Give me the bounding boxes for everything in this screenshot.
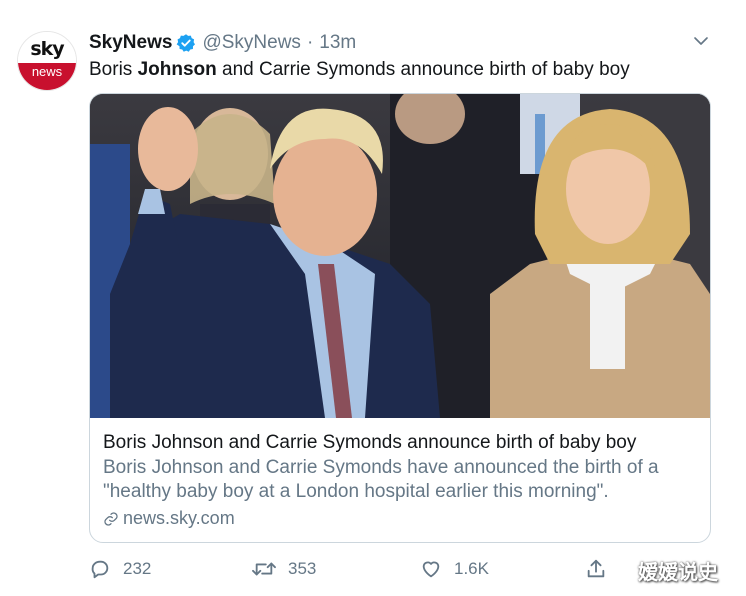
avatar[interactable]: sky news [17,31,77,91]
tweet-text-bold: Johnson [137,59,217,80]
card-photo-image [90,94,710,418]
tweet-text-pre: Boris [89,59,138,80]
verified-badge-icon [177,34,196,52]
tweet-text-post: and Carrie Symonds announce birth of bab… [216,59,630,80]
card-description: Boris Johnson and Carrie Symonds have an… [103,457,659,502]
card-title[interactable]: Boris Johnson and Carrie Symonds announc… [103,430,703,456]
tweet-header: SkyNews @SkyNews · 13m [89,31,356,55]
card-photo[interactable] [90,94,710,418]
tweet[interactable]: sky news SkyNews @SkyNews · 13m Boris Jo… [0,0,746,596]
like-button[interactable]: 1.6K [420,556,489,582]
card-domain[interactable]: news.sky.com [103,508,703,529]
share-icon [587,559,605,578]
share-button[interactable] [585,556,619,582]
reply-count: 232 [123,559,152,578]
like-count: 1.6K [454,559,489,578]
tweet-text: Boris Johnson and Carrie Symonds announc… [89,59,630,81]
link-icon [104,511,118,526]
card-domain-text: news.sky.com [123,508,235,528]
reply-icon [91,560,109,579]
retweet-count: 353 [288,559,317,578]
avatar-sky-logo: sky [18,32,76,63]
heart-icon [422,561,440,578]
avatar-top-text: sky [30,38,64,60]
separator-dot: · [306,32,314,53]
account-name[interactable]: SkyNews [89,32,172,54]
link-card[interactable]: Boris Johnson and Carrie Symonds announc… [89,93,711,543]
watermark: 嫒嫒说史 [638,560,718,584]
account-handle[interactable]: @SkyNews [202,32,300,54]
reply-button[interactable]: 232 [89,556,151,582]
tweet-timestamp[interactable]: 13m [319,32,356,54]
avatar-news-logo: news [18,63,76,90]
card-body: Boris Johnson and Carrie Symonds announc… [103,430,703,529]
chevron-down-icon[interactable] [692,32,710,50]
tweet-actions: 232 353 1.6K [89,556,609,582]
retweet-button[interactable]: 353 [252,556,316,582]
retweet-icon [252,562,276,576]
avatar-bottom-text: news [31,64,63,79]
